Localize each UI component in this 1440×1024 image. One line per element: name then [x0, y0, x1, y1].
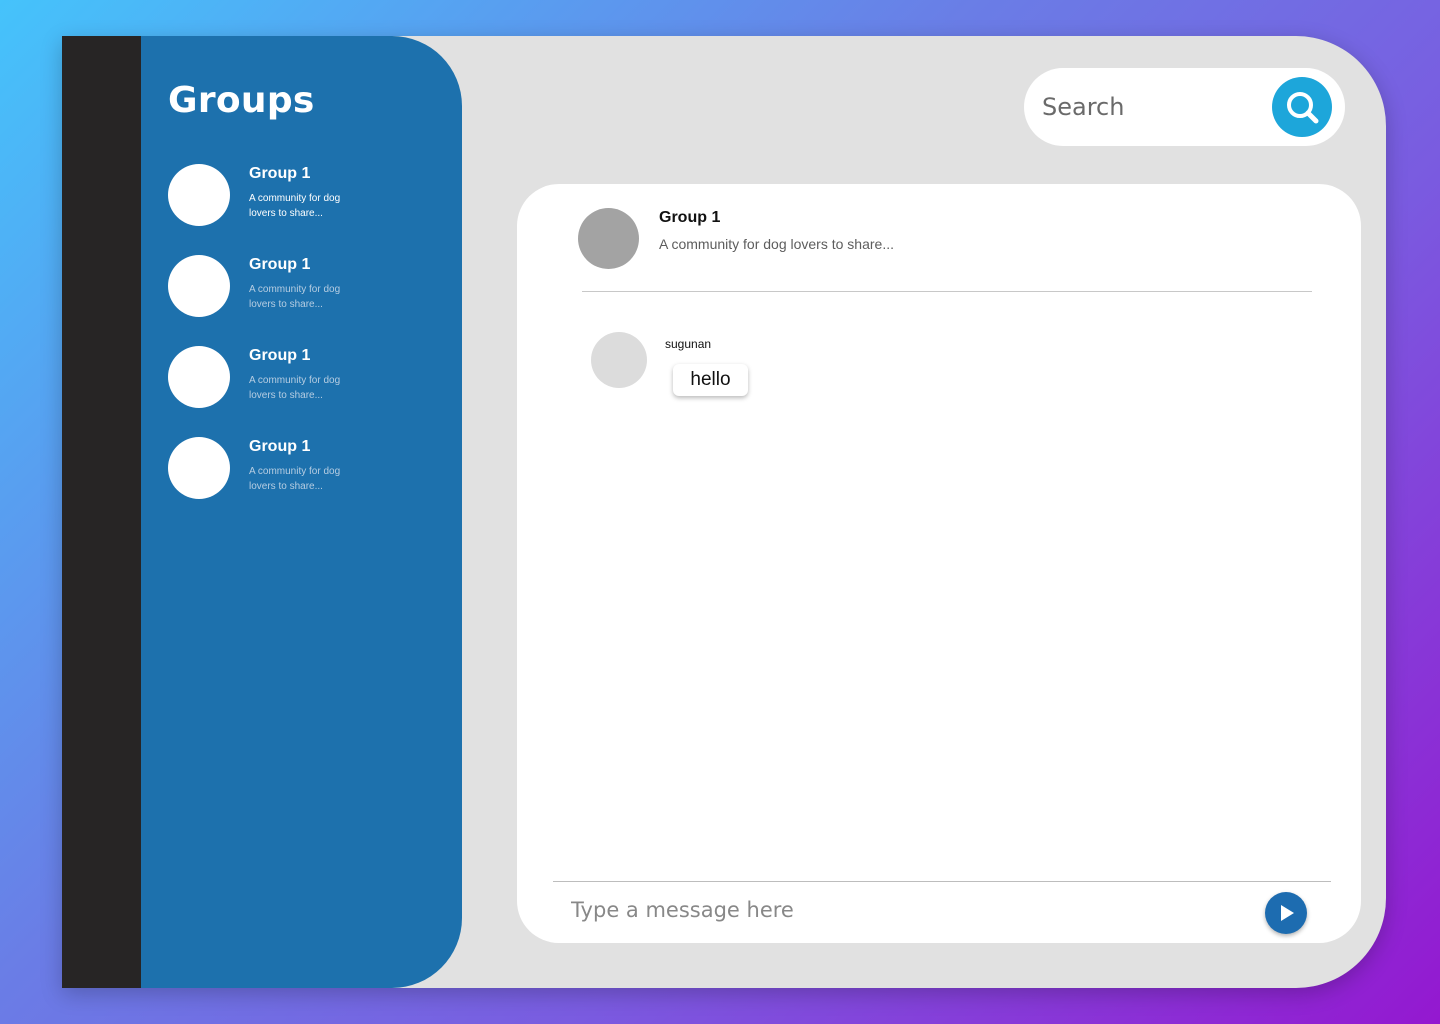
message-author: sugunan — [665, 337, 712, 351]
group-name: Group 1 — [249, 347, 311, 364]
search-input[interactable] — [1042, 86, 1262, 128]
send-icon — [1281, 905, 1294, 921]
group-list-item[interactable]: Group 1 A community for dog lovers to sh… — [168, 437, 438, 507]
search-bar — [1024, 68, 1345, 146]
group-name: Group 1 — [249, 165, 311, 182]
composer-divider — [553, 881, 1331, 882]
chat-subtitle: A community for dog lovers to share... — [659, 236, 894, 252]
group-list-item[interactable]: Group 1 A community for dog lovers to sh… — [168, 255, 438, 325]
group-name: Group 1 — [249, 438, 311, 455]
search-button[interactable] — [1272, 77, 1332, 137]
group-avatar — [168, 164, 230, 226]
message-bubble: hello — [673, 364, 748, 396]
app-window: Groups Group 1 A community for dog lover… — [62, 36, 1386, 988]
chat-title: Group 1 — [659, 209, 721, 226]
group-avatar — [168, 255, 230, 317]
group-avatar — [168, 346, 230, 408]
chat-group-avatar — [578, 208, 639, 269]
header-divider — [582, 291, 1312, 292]
message-input[interactable] — [571, 890, 1211, 930]
group-list-item[interactable]: Group 1 A community for dog lovers to sh… — [168, 164, 438, 234]
group-avatar — [168, 437, 230, 499]
sidebar-title: Groups — [168, 80, 315, 121]
chat-panel: Group 1 A community for dog lovers to sh… — [517, 184, 1361, 943]
message-avatar — [591, 332, 647, 388]
group-list-item[interactable]: Group 1 A community for dog lovers to sh… — [168, 346, 438, 416]
group-description: A community for dog lovers to share... — [249, 466, 341, 492]
send-button[interactable] — [1265, 892, 1307, 934]
groups-sidebar: Groups Group 1 A community for dog lover… — [141, 36, 462, 988]
left-rail — [62, 36, 141, 988]
group-description: A community for dog lovers to share... — [249, 375, 341, 401]
group-description: A community for dog lovers to share... — [249, 193, 341, 219]
search-icon — [1287, 92, 1319, 124]
group-description: A community for dog lovers to share... — [249, 284, 341, 310]
group-name: Group 1 — [249, 256, 311, 273]
